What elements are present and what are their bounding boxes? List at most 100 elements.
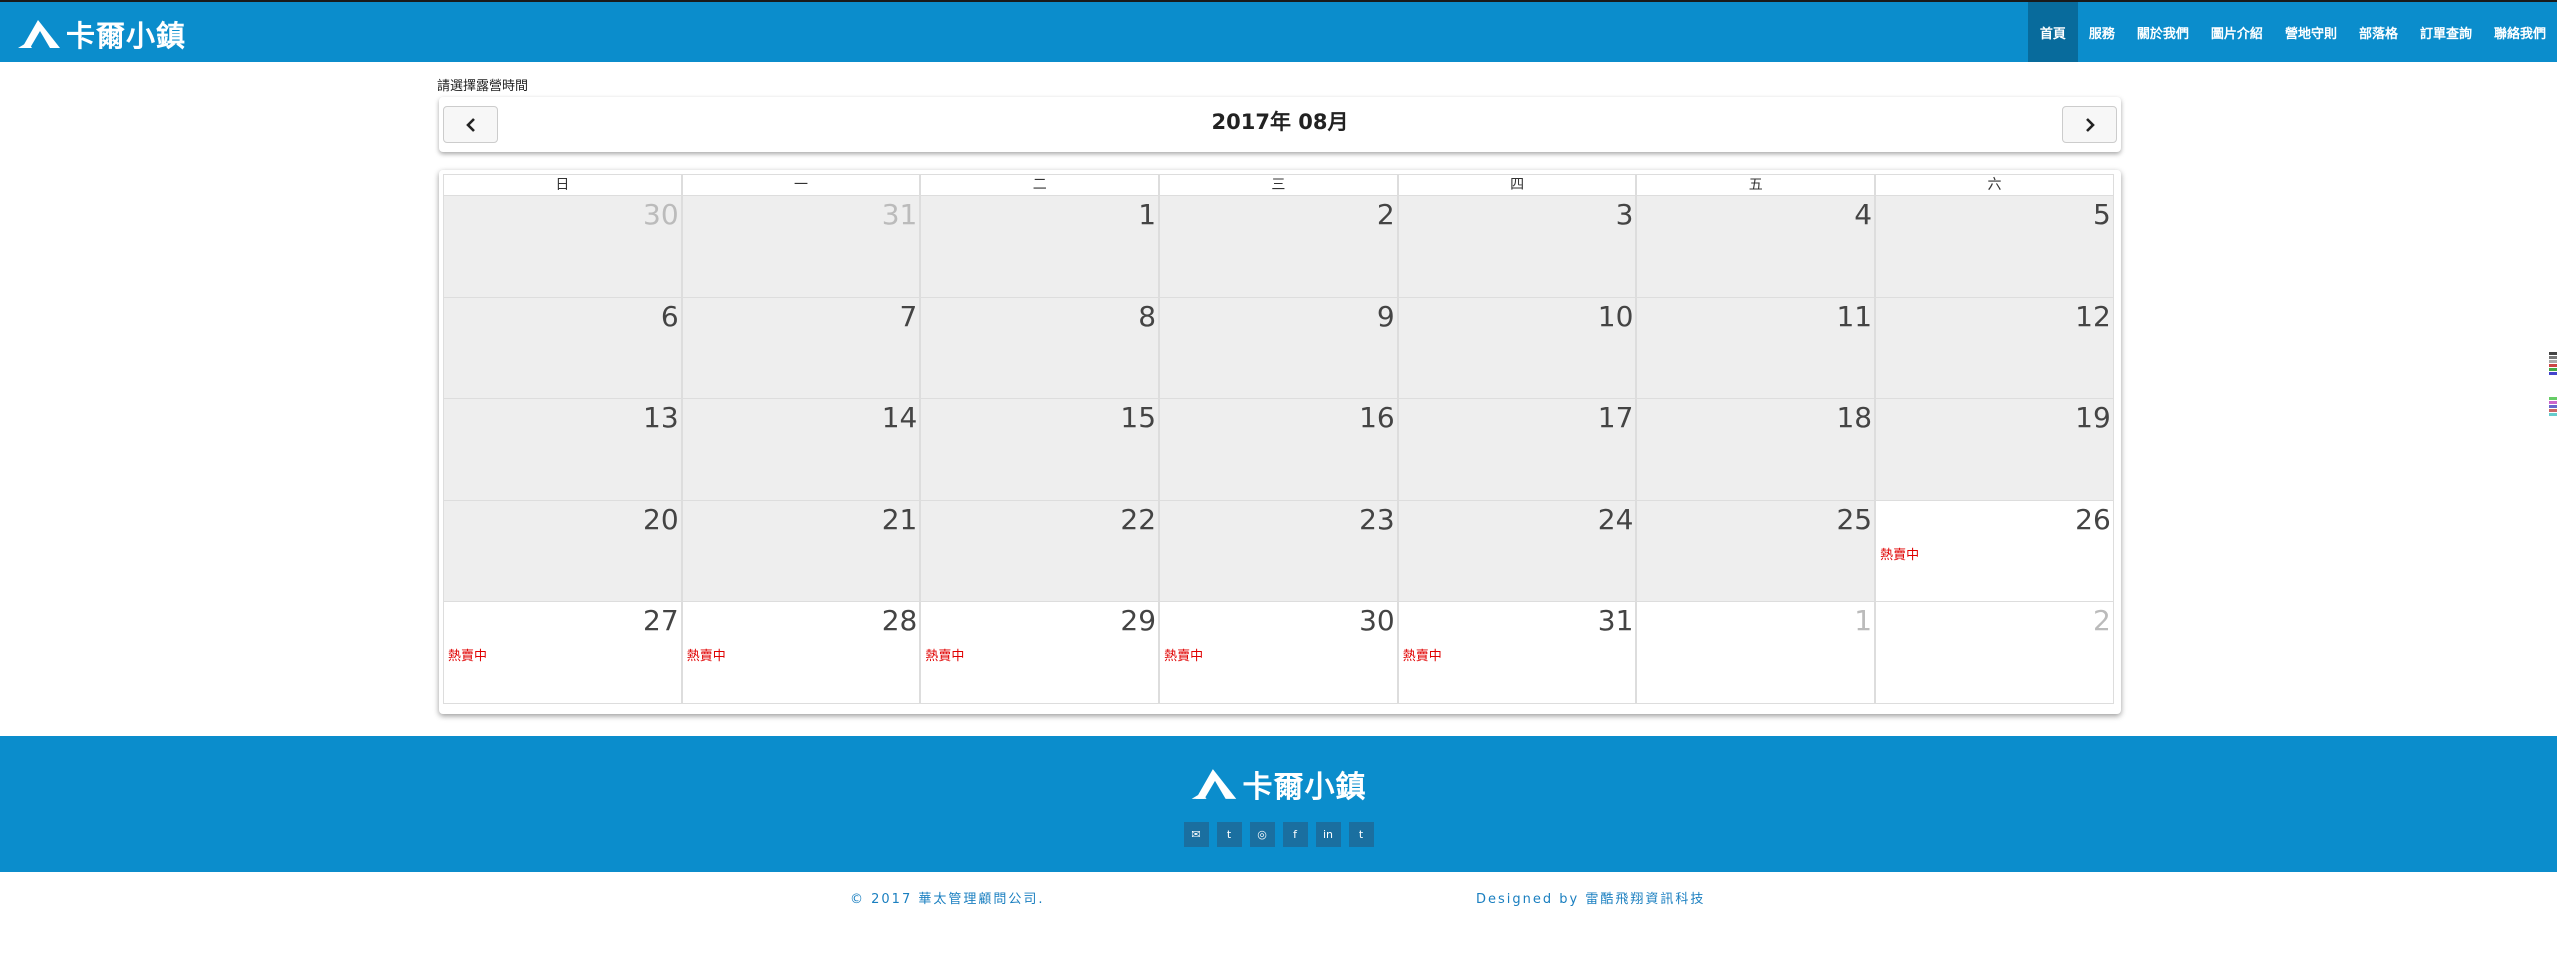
calendar-day[interactable]: 7 — [681, 297, 921, 399]
twitter-icon[interactable]: t — [1216, 822, 1242, 847]
designed-by-text[interactable]: Designed by 雷酷飛翔資訊科技 — [1476, 888, 1705, 907]
day-number: 11 — [1836, 299, 1873, 333]
month-navigator: 2017年 08月 — [439, 97, 2121, 152]
nav-blog[interactable]: 部落格 — [2348, 2, 2409, 62]
footer-logo[interactable]: 卡爾小鎮 — [0, 762, 2557, 806]
calendar-day[interactable]: 6 — [443, 297, 682, 399]
day-number: 17 — [1597, 401, 1634, 434]
day-number: 22 — [1120, 502, 1157, 536]
nav-contact[interactable]: 聯絡我們 — [2483, 2, 2557, 62]
day-number: 31 — [1597, 604, 1634, 637]
calendar-day[interactable]: 8 — [920, 297, 1160, 399]
next-month-button[interactable] — [2062, 106, 2117, 143]
weekday-sat: 六 — [1875, 175, 2114, 196]
calendar-day[interactable]: 30 熱賣中 — [1159, 602, 1398, 704]
dribbble-icon[interactable]: ◎ — [1249, 822, 1275, 847]
calendar-day[interactable]: 9 — [1159, 297, 1398, 399]
day-number: 13 — [643, 401, 679, 434]
nav-gallery[interactable]: 圖片介紹 — [2200, 2, 2274, 62]
day-number: 7 — [899, 299, 918, 333]
day-number: 8 — [1138, 299, 1157, 333]
nav-services[interactable]: 服務 — [2078, 2, 2126, 62]
calendar-day[interactable]: 18 — [1636, 399, 1876, 501]
day-number: 3 — [1615, 198, 1634, 231]
calendar-day[interactable]: 5 — [1875, 196, 2114, 298]
month-title: 2017年 08月 — [1211, 110, 1349, 134]
nav-order-lookup[interactable]: 訂單查詢 — [2409, 2, 2483, 62]
color-swatch-strip — [2549, 352, 2557, 417]
brand-logo[interactable]: 卡爾小鎮 — [18, 16, 187, 53]
calendar-day[interactable]: 14 — [681, 399, 921, 501]
calendar-day[interactable]: 1 — [920, 196, 1160, 298]
hot-sale-tag: 熱賣中 — [925, 649, 965, 664]
calendar-day[interactable]: 17 — [1397, 399, 1637, 501]
day-number: 1 — [1854, 604, 1873, 637]
linkedin-icon[interactable]: in — [1315, 822, 1341, 847]
day-number: 2 — [2092, 604, 2111, 637]
calendar-day[interactable]: 28 熱賣中 — [681, 602, 921, 704]
calendar-day[interactable]: 29 熱賣中 — [920, 602, 1160, 704]
day-number: 29 — [1120, 604, 1157, 637]
calendar-day[interactable]: 11 — [1636, 297, 1876, 399]
footer: 卡爾小鎮 ✉ t ◎ f in t — [0, 736, 2557, 872]
day-number: 31 — [881, 198, 918, 231]
calendar-day[interactable]: 21 — [681, 500, 921, 602]
hot-sale-tag: 熱賣中 — [1880, 547, 1920, 563]
day-number: 25 — [1836, 502, 1873, 536]
top-navbar: 卡爾小鎮 首頁 服務 關於我們 圖片介紹 營地守則 部落格 訂單查詢 聯絡我們 — [0, 0, 2557, 62]
calendar-day[interactable]: 10 — [1397, 297, 1637, 399]
day-number: 27 — [643, 604, 679, 637]
day-number: 19 — [2075, 401, 2111, 434]
mail-icon[interactable]: ✉ — [1183, 822, 1209, 847]
calendar-day[interactable]: 2 — [1159, 196, 1398, 298]
calendar-day[interactable]: 13 — [443, 399, 682, 501]
day-number: 24 — [1597, 502, 1634, 536]
calendar-day[interactable]: 31 熱賣中 — [1397, 602, 1637, 704]
weekday-mon: 一 — [681, 175, 921, 196]
weekday-sun: 日 — [443, 175, 682, 196]
weekday-fri: 五 — [1636, 175, 1876, 196]
calendar-day[interactable]: 20 — [443, 500, 682, 602]
calendar-day[interactable]: 26 熱賣中 — [1875, 500, 2114, 602]
nav-rules[interactable]: 營地守則 — [2274, 2, 2348, 62]
day-number: 6 — [660, 299, 679, 333]
calendar-day[interactable]: 12 — [1875, 297, 2114, 399]
calendar-day[interactable]: 23 — [1159, 500, 1398, 602]
day-number: 16 — [1359, 401, 1395, 434]
logo-text: 卡爾小鎮 — [66, 19, 187, 53]
nav-about[interactable]: 關於我們 — [2126, 2, 2200, 62]
calendar-day[interactable]: 19 — [1875, 399, 2114, 501]
day-number: 18 — [1836, 401, 1873, 434]
weekday-thu: 四 — [1397, 175, 1637, 196]
day-number: 26 — [2075, 502, 2111, 536]
calendar-day[interactable]: 1 — [1636, 602, 1876, 704]
day-number: 21 — [881, 502, 918, 536]
calendar-day[interactable]: 31 — [681, 196, 921, 298]
day-number: 28 — [881, 604, 918, 637]
calendar-day[interactable]: 22 — [920, 500, 1160, 602]
copyright-text: © 2017 華太管理顧問公司. — [850, 892, 1045, 907]
calendar-day[interactable]: 15 — [920, 399, 1160, 501]
weekday-header: 日 一 二 三 四 五 六 — [443, 174, 2114, 196]
calendar-day[interactable]: 3 — [1397, 196, 1637, 298]
day-number: 12 — [2075, 299, 2111, 333]
day-number: 23 — [1359, 502, 1395, 536]
calendar-day[interactable]: 27 熱賣中 — [443, 602, 682, 704]
calendar-day[interactable]: 30 — [443, 196, 682, 298]
tumblr-icon[interactable]: t — [1348, 822, 1374, 847]
calendar-day[interactable]: 25 — [1636, 500, 1876, 602]
calendar-day[interactable]: 16 — [1159, 399, 1398, 501]
calendar-panel: 日 一 二 三 四 五 六 30 31 1 2 3 4 5 6 7 8 9 10 11 12 13 14 15 1… — [439, 170, 2121, 714]
calendar-day[interactable]: 4 — [1636, 196, 1876, 298]
calendar-day[interactable]: 24 — [1397, 500, 1637, 602]
nav-home[interactable]: 首頁 — [2027, 2, 2078, 62]
facebook-icon[interactable]: f — [1282, 822, 1308, 847]
hot-sale-tag: 熱賣中 — [686, 649, 726, 664]
calendar-day[interactable]: 2 — [1875, 602, 2114, 704]
footer-logo-text: 卡爾小鎮 — [1242, 770, 1367, 805]
tent-logo-icon — [18, 20, 60, 48]
day-number: 30 — [643, 198, 679, 231]
hot-sale-tag: 熱賣中 — [1402, 649, 1442, 664]
day-number: 14 — [881, 401, 918, 434]
date-prompt: 請選擇露營時間 — [437, 79, 529, 94]
